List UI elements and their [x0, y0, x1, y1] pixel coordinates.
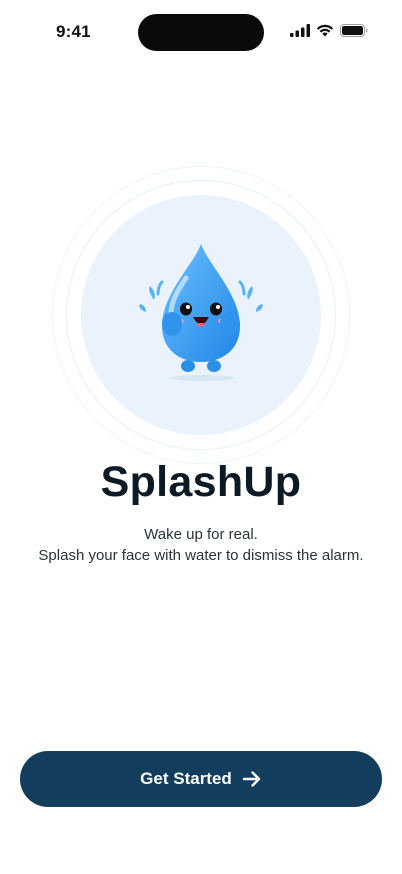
arrow-right-icon — [242, 771, 261, 787]
wifi-icon — [316, 24, 334, 37]
app-tagline: Wake up for real. Splash your face with … — [0, 524, 402, 566]
hero-illustration — [52, 166, 350, 464]
get-started-label: Get Started — [140, 769, 232, 788]
tagline-line-1: Wake up for real. — [144, 526, 258, 543]
app-title: SplashUp — [100, 458, 302, 506]
get-started-button[interactable]: Get Started — [20, 751, 382, 807]
tagline-line-2: Splash your face with water to dismiss t… — [38, 547, 364, 564]
status-icons — [290, 24, 368, 37]
dynamic-island — [138, 14, 264, 51]
water-drop-mascot-icon — [139, 244, 263, 381]
status-bar: 9:41 — [0, 0, 402, 64]
battery-icon — [340, 24, 368, 37]
status-time: 9:41 — [56, 22, 91, 41]
cellular-signal-icon — [290, 24, 310, 37]
